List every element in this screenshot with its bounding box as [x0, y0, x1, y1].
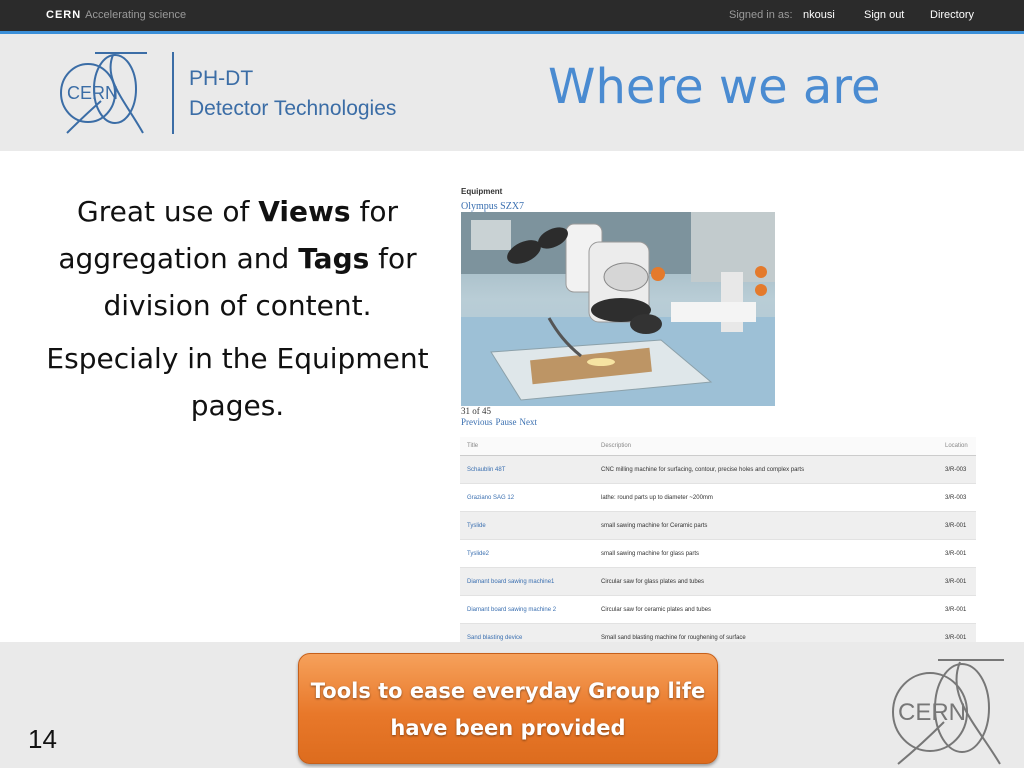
brand-name: CERN: [46, 9, 82, 21]
table-row: Tyslide2 small sawing machine for glass …: [460, 539, 976, 568]
table-row: Diamant board sawing machine1 Circular s…: [460, 567, 976, 596]
slideshow-controls: Previous Pause Next: [461, 417, 540, 427]
body-paragraph-2: Especialy in the Equipment pages.: [46, 342, 429, 422]
microscope-photo: [461, 212, 775, 406]
directory-link[interactable]: Directory: [930, 9, 974, 21]
department-name: PH-DT Detector Technologies: [189, 64, 396, 124]
equipment-location: 3/R-001: [938, 511, 976, 540]
body-paragraph-1: Great use of Views for aggregation and T…: [58, 195, 417, 322]
header-divider: [172, 52, 174, 134]
column-header-location[interactable]: Location: [938, 437, 976, 456]
dept-code: PH-DT: [189, 67, 254, 90]
equipment-name-link[interactable]: Olympus SZX7: [461, 201, 524, 212]
equipment-description: small sawing machine for Ceramic parts: [594, 511, 938, 540]
equipment-description: Circular saw for glass plates and tubes: [594, 567, 938, 596]
table-row: Graziano SAG 12 lathe: round parts up to…: [460, 483, 976, 512]
equipment-location: 3/R-001: [938, 595, 976, 624]
equipment-location: 3/R-003: [938, 455, 976, 484]
equipment-description: CNC milling machine for surfacing, conto…: [594, 455, 938, 484]
table-row: Diamant board sawing machine 2 Circular …: [460, 595, 976, 624]
equipment-location: 3/R-001: [938, 539, 976, 568]
callout-box: Tools to ease everyday Group life have b…: [298, 653, 718, 764]
equipment-location: 3/R-001: [938, 567, 976, 596]
slideshow-counter: 31 of 45: [461, 406, 491, 416]
equipment-section-label: Equipment: [461, 187, 503, 196]
cern-logo-icon: CERN: [60, 52, 147, 134]
username[interactable]: nkousi: [803, 9, 835, 21]
slide-title: Where we are: [548, 59, 881, 115]
equipment-title-link[interactable]: Diamant board sawing machine1: [460, 567, 594, 596]
top-toolbar: CERN Accelerating science Signed in as: n…: [0, 0, 1024, 34]
previous-link[interactable]: Previous: [461, 417, 493, 427]
next-link[interactable]: Next: [520, 417, 538, 427]
dept-full-name: Detector Technologies: [189, 97, 397, 120]
slide-header: CERN PH-DT Detector Technologies Where w…: [0, 34, 1024, 151]
equipment-description: lathe: round parts up to diameter ~200mm: [594, 483, 938, 512]
equipment-title-link[interactable]: Schaublin 48T: [460, 455, 594, 484]
logo-text: CERN: [67, 83, 118, 103]
table-header-row: Title Description Location: [460, 437, 976, 456]
tags-term: Tags: [298, 242, 370, 275]
equipment-title-link[interactable]: Diamant board sawing machine 2: [460, 595, 594, 624]
equipment-description: small sawing machine for glass parts: [594, 539, 938, 568]
column-header-title[interactable]: Title: [460, 437, 594, 456]
equipment-title-link[interactable]: Tyslide2: [460, 539, 594, 568]
callout-line-1: Tools to ease everyday Group life: [310, 679, 706, 703]
slide-body-text: Great use of Views for aggregation and T…: [30, 188, 445, 429]
sign-out-link[interactable]: Sign out: [864, 9, 904, 21]
equipment-title-link[interactable]: Graziano SAG 12: [460, 483, 594, 512]
signed-in-label: Signed in as:: [729, 9, 793, 21]
page-number: 14: [28, 724, 57, 754]
equipment-title-link[interactable]: Tyslide: [460, 511, 594, 540]
equipment-location: 3/R-003: [938, 483, 976, 512]
slide-footer: 14 Tools to ease everyday Group life hav…: [0, 642, 1024, 768]
cern-brand[interactable]: CERN Accelerating science: [46, 9, 186, 21]
callout-line-2: have been provided: [390, 716, 626, 740]
views-term: Views: [258, 195, 351, 228]
equipment-table: Title Description Location Schaublin 48T…: [460, 437, 976, 652]
footer-logo-text: CERN: [898, 699, 966, 726]
column-header-description[interactable]: Description: [594, 437, 938, 456]
cern-footer-logo-icon: CERN: [892, 659, 1004, 765]
table-row: Tyslide small sawing machine for Ceramic…: [460, 511, 976, 540]
brand-tagline: Accelerating science: [85, 9, 187, 21]
pause-link[interactable]: Pause: [496, 417, 517, 427]
table-row: Schaublin 48T CNC milling machine for su…: [460, 455, 976, 484]
equipment-description: Circular saw for ceramic plates and tube…: [594, 595, 938, 624]
